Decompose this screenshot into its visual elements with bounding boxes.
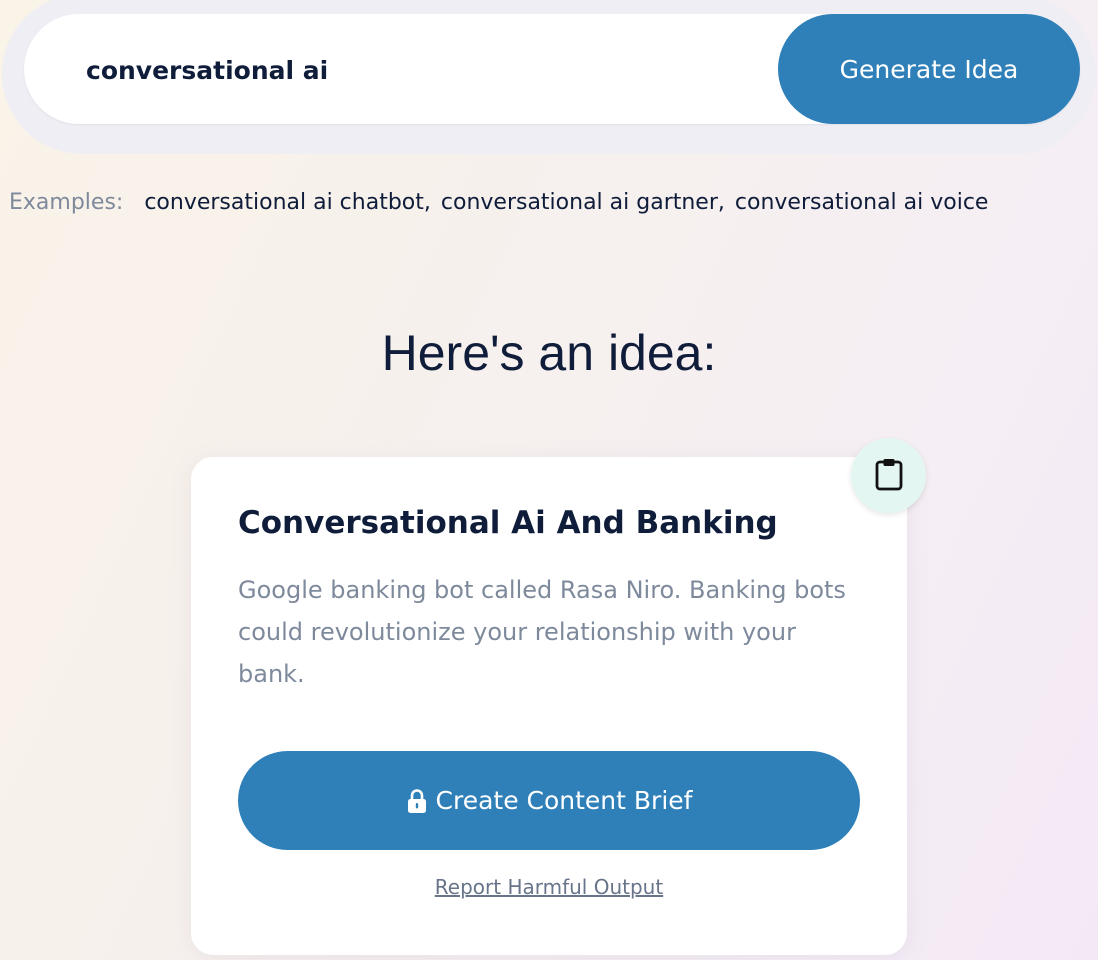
- example-separator: ,: [717, 190, 725, 215]
- idea-description: Google banking bot called Rasa Niro. Ban…: [238, 576, 846, 688]
- create-content-brief-button[interactable]: Create Content Brief: [238, 751, 860, 850]
- lock-icon: [406, 788, 428, 814]
- example-link-voice[interactable]: conversational ai voice: [735, 190, 989, 215]
- idea-heading: Here's an idea:: [381, 325, 717, 381]
- example-link-chatbot[interactable]: conversational ai chatbot: [144, 190, 424, 215]
- search-bar-container: Generate Idea: [2, 0, 1096, 154]
- idea-card: Conversational Ai And Banking Google ban…: [191, 457, 907, 955]
- example-link-gartner[interactable]: conversational ai gartner: [441, 190, 718, 215]
- generate-idea-button[interactable]: Generate Idea: [778, 14, 1080, 124]
- idea-title: Conversational Ai And Banking: [238, 505, 778, 541]
- clipboard-icon: [875, 457, 903, 494]
- search-bar: Generate Idea: [24, 14, 1080, 124]
- copy-idea-button[interactable]: [851, 438, 926, 513]
- create-content-brief-label: Create Content Brief: [435, 786, 693, 815]
- examples-label: Examples:: [9, 190, 124, 215]
- search-input[interactable]: [86, 46, 726, 94]
- report-harmful-output-link[interactable]: Report Harmful Output: [191, 875, 907, 899]
- example-separator: ,: [423, 190, 431, 215]
- examples-row: Examples: conversational ai chatbot , co…: [9, 190, 988, 215]
